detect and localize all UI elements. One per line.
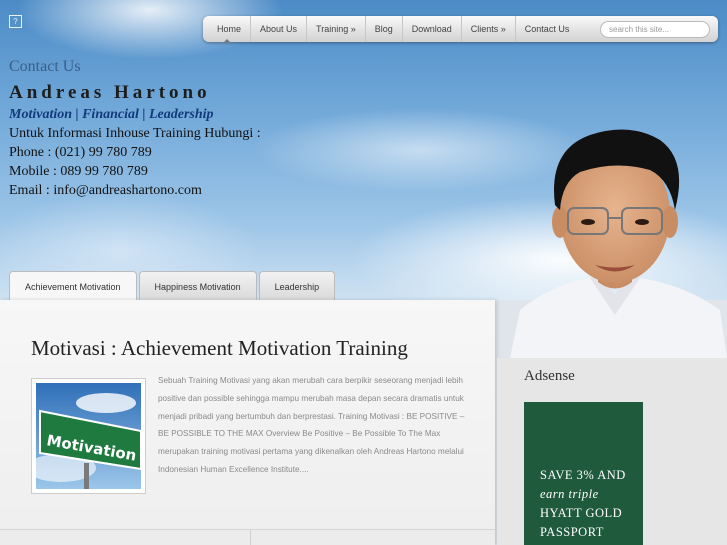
main-content: Motivasi : Achievement Motivation Traini…: [0, 300, 495, 545]
contact-mobile: Mobile : 089 99 780 789: [9, 164, 148, 179]
nav-clients[interactable]: Clients »: [462, 16, 516, 42]
contact-email: Email : info@andreashartono.com: [9, 183, 202, 198]
contact-phone: Phone : (021) 99 780 789: [9, 145, 152, 160]
ad-line-3: HYATT GOLD: [540, 506, 623, 520]
ad-line-4: PASSPORT: [540, 525, 604, 539]
category-tabs: Achievement Motivation Happiness Motivat…: [9, 271, 337, 302]
contact-info: Untuk Informasi Inhouse Training Hubungi…: [9, 126, 261, 141]
post-thumbnail[interactable]: Motivation: [26, 378, 146, 494]
ad-line-1: SAVE 3% AND: [540, 468, 626, 482]
post-title[interactable]: Motivasi : Achievement Motivation Traini…: [31, 336, 408, 361]
content-divider: [0, 529, 495, 545]
tab-achievement-motivation[interactable]: Achievement Motivation: [9, 271, 137, 302]
site-logo-icon[interactable]: ?: [9, 15, 22, 28]
ad-line-2: earn triple: [540, 487, 599, 501]
nav-training[interactable]: Training »: [307, 16, 366, 42]
nav-contact-us[interactable]: Contact Us: [516, 16, 579, 42]
nav-home[interactable]: Home: [203, 16, 252, 43]
portrait-photo: [510, 129, 727, 358]
nav-blog[interactable]: Blog: [366, 16, 403, 42]
tab-leadership[interactable]: Leadership: [258, 271, 336, 301]
nav-download[interactable]: Download: [403, 16, 462, 42]
sidebar-title: Adsense: [524, 368, 575, 384]
sidebar: Adsense SAVE 3% AND earn triple HYATT GO…: [497, 358, 727, 545]
nav-about-us[interactable]: About Us: [251, 16, 308, 42]
ad-banner[interactable]: SAVE 3% AND earn triple HYATT GOLD PASSP…: [524, 402, 643, 545]
motivation-sign-image: Motivation: [26, 383, 142, 489]
post-excerpt: Sebuah Training Motivasi yang akan merub…: [158, 376, 465, 474]
contact-tagline: Motivation | Financial | Leadership: [9, 107, 214, 122]
main-nav: Home About Us Training » Blog Download C…: [203, 16, 718, 43]
contact-name: Andreas Hartono: [9, 82, 211, 103]
contact-title: Contact Us: [9, 58, 81, 75]
contact-block: Contact Us Andreas Hartono Motivation | …: [9, 58, 261, 199]
search-input[interactable]: [600, 21, 710, 38]
tab-happiness-motivation[interactable]: Happiness Motivation: [138, 271, 257, 301]
